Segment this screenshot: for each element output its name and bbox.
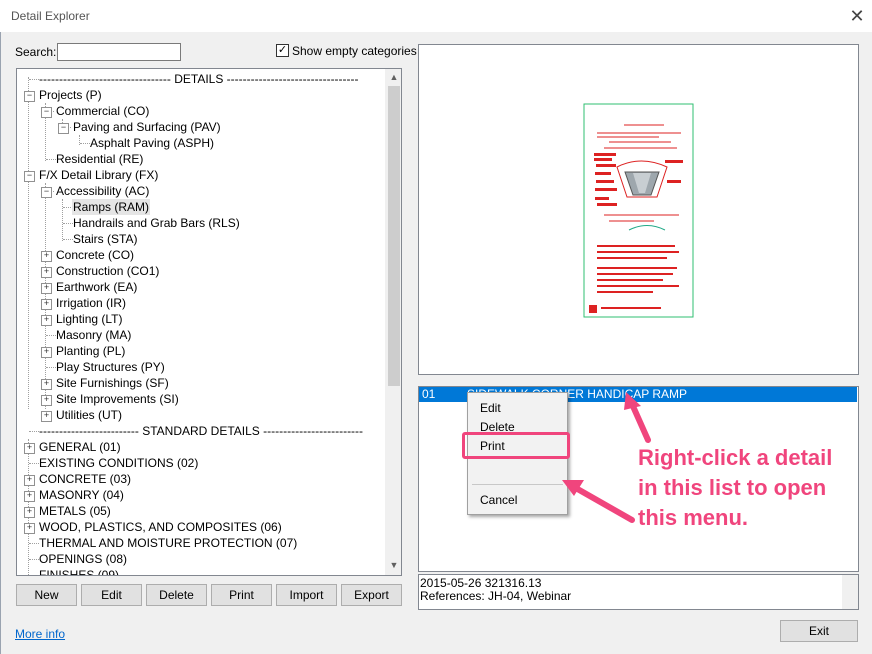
title-bar [0,0,872,32]
collapse-icon[interactable]: − [41,107,52,118]
tree-item-existing-conditions[interactable]: EXISTING CONDITIONS (02) [39,455,198,471]
tree-item-masonry[interactable]: Masonry (MA) [56,327,131,343]
tree-item-planting[interactable]: Planting (PL) [56,343,125,359]
info-references: References: JH-04, Webinar [420,589,572,603]
info-scrollbar[interactable] [842,575,858,609]
callout-text: Right-click a detail in this list to ope… [638,445,833,530]
search-input[interactable] [57,43,181,61]
expand-icon[interactable]: + [24,491,35,502]
tree-item-construction[interactable]: Construction (CO1) [56,263,159,279]
expand-icon[interactable]: + [41,315,52,326]
tree-item-concrete[interactable]: Concrete (CO) [56,247,134,263]
tree-item-irrigation[interactable]: Irrigation (IR) [56,295,126,311]
tree-item-general[interactable]: GENERAL (01) [39,439,121,455]
menu-item-edit[interactable]: Edit [480,401,501,415]
tree-item-paving[interactable]: Paving and Surfacing (PAV) [73,119,221,135]
tree-item-concrete-03[interactable]: CONCRETE (03) [39,471,131,487]
tree-item-play-structures[interactable]: Play Structures (PY) [56,359,165,375]
tree-item-finishes-09[interactable]: FINISHES (09) [39,567,119,575]
collapse-icon[interactable]: − [24,171,35,182]
tree-item-ramps[interactable]: Ramps (RAM) [72,199,151,215]
detail-preview [418,44,859,375]
tree-item-masonry-04[interactable]: MASONRY (04) [39,487,124,503]
expand-icon[interactable]: + [41,347,52,358]
tree-item-projects[interactable]: Projects (P) [39,87,102,103]
tree-item-metals-05[interactable]: METALS (05) [39,503,111,519]
edit-button[interactable]: Edit [81,584,142,606]
scroll-up-icon[interactable]: ▲ [386,72,402,82]
arrow-head-list-icon [624,392,641,410]
tree-item-earthwork[interactable]: Earthwork (EA) [56,279,137,295]
tree-item-thermal-07[interactable]: THERMAL AND MOISTURE PROTECTION (07) [39,535,297,551]
print-button[interactable]: Print [211,584,272,606]
collapse-icon[interactable]: − [24,91,35,102]
expand-icon[interactable]: + [24,523,35,534]
tree-header-details: --------------------------------- DETAIL… [39,72,359,86]
search-label: Search: [15,45,57,59]
tree-item-site-improvements[interactable]: Site Improvements (SI) [56,391,179,407]
scroll-down-icon[interactable]: ▼ [386,560,402,570]
info-date-code: 2015-05-26 321316.13 [420,576,542,590]
tree-header-standard: ------------------------- STANDARD DETAI… [39,424,364,438]
collapse-icon[interactable]: − [41,187,52,198]
close-icon[interactable]: ✕ [846,5,868,27]
expand-icon[interactable]: + [41,283,52,294]
expand-icon[interactable]: + [41,379,52,390]
expand-icon[interactable]: + [41,267,52,278]
exit-button[interactable]: Exit [780,620,858,642]
expand-icon[interactable]: + [41,395,52,406]
expand-icon[interactable]: + [24,507,35,518]
delete-button[interactable]: Delete [146,584,207,606]
window-title: Detail Explorer [11,9,90,23]
menu-item-cancel[interactable]: Cancel [480,493,517,507]
more-info-link[interactable]: More info [15,627,65,641]
collapse-icon[interactable]: − [58,123,69,134]
tree-item-site-furnishings[interactable]: Site Furnishings (SF) [56,375,169,391]
tree-item-residential[interactable]: Residential (RE) [56,151,143,167]
import-button[interactable]: Import [276,584,337,606]
expand-icon[interactable]: + [41,411,52,422]
expand-icon[interactable]: + [41,251,52,262]
expand-icon[interactable]: + [41,299,52,310]
tree-item-handrails[interactable]: Handrails and Grab Bars (RLS) [73,215,240,231]
arrow-to-list-icon [629,401,651,443]
tree-item-commercial[interactable]: Commercial (CO) [56,103,149,119]
tree-item-accessibility[interactable]: Accessibility (AC) [56,183,149,199]
tree-item-openings-08[interactable]: OPENINGS (08) [39,551,127,567]
detail-drawing-thumbnail [583,103,694,318]
expand-icon[interactable]: + [24,443,35,454]
show-empty-checkbox[interactable]: ✓ [276,44,289,57]
window-border [0,32,1,654]
tree-item-utilities[interactable]: Utilities (UT) [56,407,122,423]
tree-item-lighting[interactable]: Lighting (LT) [56,311,122,327]
category-tree[interactable]: --------------------------------- DETAIL… [16,68,402,576]
show-empty-label[interactable]: Show empty categories [292,44,417,58]
detail-number: 01 [422,387,436,401]
expand-icon[interactable]: + [24,475,35,486]
tree-item-wood-06[interactable]: WOOD, PLASTICS, AND COMPOSITES (06) [39,519,282,535]
tree-item-fx-library[interactable]: F/X Detail Library (FX) [39,167,158,183]
tree-item-asphalt-paving[interactable]: Asphalt Paving (ASPH) [90,135,214,151]
export-button[interactable]: Export [341,584,402,606]
scrollbar-thumb[interactable] [388,86,400,386]
arrow-to-menu-icon [571,484,635,523]
detail-info: 2015-05-26 321316.13 References: JH-04, … [418,574,859,610]
new-button[interactable]: New [16,584,77,606]
tree-item-stairs[interactable]: Stairs (STA) [73,231,137,247]
